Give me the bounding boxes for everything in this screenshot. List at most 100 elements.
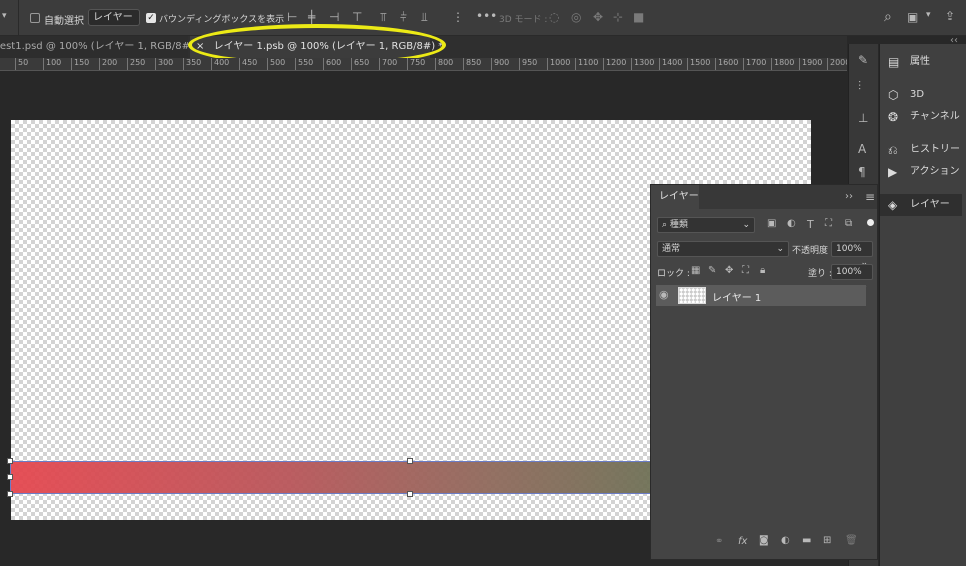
fill-label: 塗り :	[808, 269, 832, 279]
ruler-tick-label: 350	[183, 58, 201, 70]
panel-dock: ‹‹ ▤ 属性 ⬡ 3D ❂ チャンネル ⎌ ヒストリー ▶ アクション ◈ レイヤー	[879, 35, 966, 566]
brush-settings-icon[interactable]: ✎	[858, 53, 868, 67]
bounding-box-label: バウンディングボックスを表示	[159, 15, 285, 25]
adjustments-icon[interactable]: ⫶	[858, 79, 861, 94]
filter-type-icon[interactable]: T	[807, 218, 814, 231]
fill-value: 100%	[836, 267, 862, 277]
bounding-box-checkbox[interactable]	[146, 13, 156, 23]
filter-smart-object-icon[interactable]: ⧉	[845, 218, 852, 229]
auto-select-label: 自動選択 :	[44, 16, 91, 27]
dock-item-label: アクション	[910, 166, 960, 177]
distribute-middle-icon[interactable]: ⫩	[400, 10, 407, 25]
distribute-horizontal-icon[interactable]: ⋮	[452, 10, 464, 24]
lock-label: ロック :	[657, 269, 690, 279]
trash-icon[interactable]: 🗑︎	[845, 535, 858, 546]
chevron-down-icon[interactable]: ▾	[2, 11, 7, 21]
filter-shape-icon[interactable]: ⛶	[825, 218, 832, 229]
chevron-down-icon[interactable]: ▾	[926, 10, 931, 20]
share-icon[interactable]: ⇪	[945, 9, 955, 23]
tab-test1[interactable]: test1.psd @ 100% (レイヤー 1, RGB/8#) *	[0, 36, 188, 58]
align-center-icon[interactable]: ╪	[308, 10, 315, 24]
3d-orbit-icon[interactable]: ◌	[549, 10, 559, 24]
dock-item-3d[interactable]: ⬡ 3D	[880, 84, 962, 106]
filter-adjustment-icon[interactable]: ◐	[787, 218, 796, 229]
ruler-tick-label: 950	[519, 58, 537, 70]
lock-transparent-icon[interactable]: ▦	[691, 265, 700, 276]
ruler-tick-label: 850	[463, 58, 481, 70]
filter-kind-dropdown[interactable]: ⌕ 種類 ⌄	[657, 217, 755, 233]
ruler-tick-label: 250	[127, 58, 145, 70]
ruler-tick-label: 1900	[799, 58, 822, 70]
ruler-tick-label: 750	[407, 58, 425, 70]
dock-item-actions[interactable]: ▶ アクション	[880, 161, 962, 183]
ruler-tick-label: 100	[43, 58, 61, 70]
align-right-icon[interactable]: ⊣	[329, 10, 339, 24]
align-top-icon[interactable]: ⊤	[352, 10, 362, 24]
transform-handle[interactable]	[7, 458, 13, 464]
dock-item-label: 3D	[910, 89, 925, 100]
dock-item-channels[interactable]: ❂ チャンネル	[880, 106, 962, 128]
channels-icon: ❂	[888, 110, 899, 124]
ruler-tick-label: 150	[71, 58, 89, 70]
lock-image-icon[interactable]: ✎	[708, 265, 716, 276]
new-group-icon[interactable]: ▬	[802, 535, 811, 546]
layer-row[interactable]: ◉ レイヤー 1	[656, 285, 866, 306]
opacity-input[interactable]: 100% ⌄	[831, 241, 873, 268]
workspace-icon[interactable]: ▣	[907, 10, 918, 24]
collapse-icon[interactable]: ‹‹	[950, 35, 958, 46]
filter-pixel-icon[interactable]: ▣	[767, 218, 776, 229]
3d-pan-icon[interactable]: ✥	[593, 10, 603, 24]
dock-item-label: 属性	[910, 56, 930, 67]
add-mask-icon[interactable]: ◙	[759, 535, 769, 546]
blend-mode-value: 通常	[662, 244, 681, 254]
link-layers-icon[interactable]: ⚭	[715, 536, 723, 547]
auto-select-dropdown[interactable]: レイヤー	[88, 9, 140, 26]
filter-toggle[interactable]	[867, 219, 874, 226]
options-bar: ▾ 自動選択 : レイヤー バウンディングボックスを表示 ⊢ ╪ ⊣ ⊤ ⫪ ⫩…	[0, 0, 966, 36]
lock-all-icon[interactable]: 🔒︎	[760, 265, 765, 276]
more-options-icon[interactable]: •••	[476, 9, 497, 23]
ruler-tick-label: 1500	[687, 58, 710, 70]
fx-icon[interactable]: fx	[738, 536, 747, 547]
dock-item-layers[interactable]: ◈ レイヤー	[880, 194, 962, 216]
adjustment-layer-icon[interactable]: ◐	[781, 535, 790, 546]
fill-input[interactable]: 100%⌄	[831, 264, 873, 291]
transform-handle[interactable]	[407, 491, 413, 497]
dock-item-history[interactable]: ⎌ ヒストリー	[880, 139, 962, 161]
dock-item-label: レイヤー	[910, 199, 950, 210]
lock-position-icon[interactable]: ✥	[725, 265, 733, 276]
ruler-tick-label: 550	[295, 58, 313, 70]
3d-slide-icon[interactable]: ⊹	[613, 10, 623, 24]
new-layer-icon[interactable]: ⊞	[823, 535, 831, 546]
blend-mode-dropdown[interactable]: 通常 ⌄	[657, 241, 789, 257]
panel-menu-icon[interactable]: ≡	[865, 190, 875, 204]
visibility-eye-icon[interactable]: ◉	[659, 288, 669, 301]
ruler-tick-label: 1400	[659, 58, 682, 70]
expand-icon[interactable]: ››	[845, 191, 853, 202]
ruler-tick-label: 1300	[631, 58, 654, 70]
ruler-tick-label: 500	[267, 58, 285, 70]
transform-handle[interactable]	[407, 458, 413, 464]
align-left-icon[interactable]: ⊢	[287, 10, 297, 24]
lock-artboard-icon[interactable]: ⛶	[742, 265, 749, 276]
ruler-tick-label: 650	[351, 58, 369, 70]
transform-handle[interactable]	[7, 474, 13, 480]
tab-layers[interactable]: レイヤー	[651, 185, 699, 209]
3d-camera-icon[interactable]: ■	[633, 10, 644, 24]
paragraph-icon[interactable]: ¶	[858, 165, 866, 179]
ruler-tick-label: 400	[211, 58, 229, 70]
3d-roll-icon[interactable]: ◎	[571, 10, 581, 24]
dock-item-properties[interactable]: ▤ 属性	[880, 51, 962, 73]
transform-handle[interactable]	[7, 491, 13, 497]
distribute-top-icon[interactable]: ⫪	[380, 10, 387, 25]
ruler-tick-label: 700	[379, 58, 397, 70]
clone-source-icon[interactable]: ⊥	[858, 111, 868, 125]
ruler-tick-label: 1800	[771, 58, 794, 70]
search-icon[interactable]: ⌕	[884, 9, 892, 25]
ruler-tick-label: 1100	[575, 58, 598, 70]
distribute-bottom-icon[interactable]: ⫫	[421, 10, 428, 25]
character-icon[interactable]: A	[858, 142, 866, 156]
auto-select-checkbox[interactable]	[30, 13, 40, 23]
divider	[18, 0, 19, 36]
ruler-tick-label: 300	[155, 58, 173, 70]
